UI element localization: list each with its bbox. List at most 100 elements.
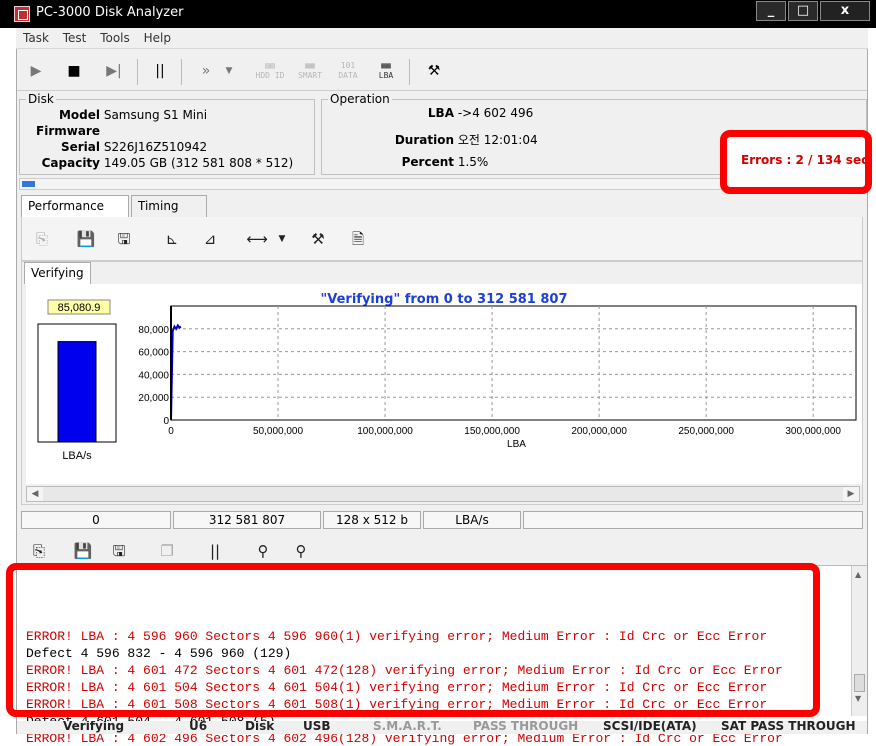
chart-zoom-icon[interactable]: ⊿ <box>198 227 222 251</box>
save-as-icon[interactable]: 🖫 <box>112 227 136 251</box>
chart-toolbar: ⎘ 💾 🖫 ⊾ ⊿ ⟷ ▼ ⚒ 🗎 <box>21 217 863 261</box>
y-tick-label: 60,000 <box>138 348 169 359</box>
tab-verifying-bottom[interactable]: Verifying <box>63 721 124 733</box>
status-end-lba: 312 581 807 <box>173 511 321 529</box>
x-tick-label: 100,000,000 <box>357 426 413 437</box>
lba-value: ->4 602 496 <box>457 106 534 120</box>
log-line: ERROR! LBA : 4 601 504 Sectors 4 601 504… <box>26 680 768 695</box>
report-icon[interactable]: 🗎 <box>346 227 370 251</box>
data-icon: 101 DATA <box>338 61 358 80</box>
operation-group-label: Operation <box>328 92 392 106</box>
fast-forward-icon[interactable]: » <box>193 59 219 83</box>
menu-bar: Task Test Tools Help <box>16 28 868 49</box>
menu-tools[interactable]: Tools <box>100 28 130 49</box>
bottom-tab-strip: Verifying U6 Disk USB S.M.A.R.T. PASS TH… <box>17 721 867 734</box>
status-block-size: 128 x 512 b <box>323 511 421 529</box>
tab-verifying[interactable]: Verifying <box>24 262 91 284</box>
app-icon <box>14 6 30 22</box>
y-tick-label: 80,000 <box>138 325 169 336</box>
window-title: PC-3000 Disk Analyzer <box>36 5 184 20</box>
menu-test[interactable]: Test <box>63 28 87 49</box>
tab-u6[interactable]: U6 <box>189 721 207 733</box>
y-tick-label: 20,000 <box>138 393 169 404</box>
tab-scsi-ide[interactable]: SCSI/IDE(ATA) <box>603 721 697 733</box>
log-line: ERROR! LBA : 4 601 508 Sectors 4 601 508… <box>26 697 768 712</box>
find-icon[interactable]: ⚲ <box>251 539 275 563</box>
x-tick-label: 50,000,000 <box>253 426 303 437</box>
progress-fill <box>22 181 35 187</box>
chevron-down-icon[interactable]: ▼ <box>276 227 288 251</box>
duration-value: 오전 12:01:04 <box>457 133 538 147</box>
x-tick-label: 150,000,000 <box>464 426 520 437</box>
chart-scale-icon[interactable]: ⊾ <box>160 227 184 251</box>
tab-usb[interactable]: USB <box>303 721 331 733</box>
tab-sat-pass-through[interactable]: SAT PASS THROUGH <box>721 721 856 733</box>
scroll-up-icon[interactable]: ▲ <box>855 570 861 579</box>
duration-label: Duration <box>394 133 454 147</box>
menu-task[interactable]: Task <box>23 28 49 49</box>
pause-log-icon[interactable]: || <box>203 539 227 563</box>
x-tick-label: 200,000,000 <box>571 426 627 437</box>
serial-value: S226J16Z510942 <box>103 140 208 154</box>
close-button[interactable]: x <box>820 1 870 21</box>
main-frame: ▶ ■ ▶| || » ▼ ▤▤ HDD ID ▦▦ SMART 101 DATA ▦… <box>16 49 868 746</box>
tab-timing-map[interactable]: Timing map <box>131 195 207 233</box>
model-value: Samsung S1 Mini <box>103 108 208 122</box>
status-bar: 0 312 581 807 128 x 512 b LBA/s <box>21 511 863 529</box>
find-next-icon[interactable]: ⚲ <box>289 539 313 563</box>
serial-label: Serial <box>60 140 100 154</box>
x-tick-label: 0 <box>168 426 174 437</box>
tab-pass-through[interactable]: PASS THROUGH <box>473 721 578 733</box>
percent-label: Percent <box>401 155 454 169</box>
log-toolbar: ⎘ 💾 🖫 ❐ || ⚲ ⚲ <box>21 533 863 569</box>
status-empty <box>523 511 863 529</box>
tab-performance-chart[interactable]: Performance chart <box>21 195 129 233</box>
status-unit: LBA/s <box>423 511 521 529</box>
log-line: ERROR! LBA : 4 596 960 Sectors 4 596 960… <box>26 629 768 644</box>
copy-icon: ❐ <box>160 542 174 560</box>
export-log-icon[interactable]: ⎘ <box>27 539 51 563</box>
plot-frame <box>170 305 857 421</box>
play-icon[interactable]: ▶ <box>23 59 49 83</box>
scroll-left-icon[interactable]: ◀ <box>27 487 43 501</box>
horizontal-scrollbar[interactable]: ◀ ▶ <box>26 486 860 502</box>
main-toolbar: ▶ ■ ▶| || » ▼ ▤▤ HDD ID ▦▦ SMART 101 DATA ▦… <box>17 51 867 91</box>
save-log-icon[interactable]: 💾 <box>71 539 95 563</box>
tab-disk[interactable]: Disk <box>245 721 274 733</box>
tools-icon[interactable]: ⚒ <box>421 59 447 83</box>
minimize-button[interactable]: _ <box>756 1 786 21</box>
step-icon[interactable]: ▶| <box>101 59 127 83</box>
performance-chart: 85,080.9LBA/s020,00040,00060,00080,0000 5… <box>37 299 857 462</box>
lba-icon[interactable]: ▦▦ LBA <box>371 61 401 85</box>
stop-icon[interactable]: ■ <box>61 59 87 83</box>
operation-group: Operation LBA ->4 602 496 Duration 오전 12… <box>321 92 867 175</box>
x-tick-label: 250,000,000 <box>678 426 734 437</box>
width-icon[interactable]: ⟷ <box>242 227 272 251</box>
chart-area: Verifying "Verifying" from 0 to 312 581 … <box>21 261 863 505</box>
chart-canvas: "Verifying" from 0 to 312 581 807 85,080… <box>26 284 862 484</box>
log-list: ERROR! LBA : 4 596 960 Sectors 4 596 960… <box>17 565 867 746</box>
capacity-label: Capacity <box>41 156 100 170</box>
tab-smart[interactable]: S.M.A.R.T. <box>373 721 442 733</box>
maximize-button[interactable]: □ <box>788 1 818 21</box>
log-vertical-scrollbar[interactable]: ▲ ▼ <box>851 566 867 716</box>
scroll-thumb[interactable] <box>854 674 865 692</box>
pause-icon[interactable]: || <box>147 59 173 83</box>
scroll-down-icon[interactable]: ▼ <box>855 694 861 703</box>
progress-bar <box>19 178 867 190</box>
chevron-down-icon[interactable]: ▼ <box>223 59 235 83</box>
lba-label: LBA <box>427 106 454 120</box>
percent-value: 1.5% <box>457 155 489 169</box>
y-tick-label: 40,000 <box>138 370 169 381</box>
gauge-bar <box>57 341 97 443</box>
scroll-right-icon[interactable]: ▶ <box>843 487 859 501</box>
log-line: ERROR! LBA : 4 601 472 Sectors 4 601 472… <box>26 663 783 678</box>
status-start-lba: 0 <box>21 511 171 529</box>
x-tick-label: 300,000,000 <box>785 426 841 437</box>
capacity-value: 149.05 GB (312 581 808 * 512) <box>103 156 294 170</box>
tools-icon[interactable]: ⚒ <box>306 227 330 251</box>
x-axis-label: LBA <box>507 439 526 450</box>
save-log-as-icon[interactable]: 🖫 <box>107 539 131 563</box>
menu-help[interactable]: Help <box>144 28 171 49</box>
save-icon[interactable]: 💾 <box>74 227 98 251</box>
